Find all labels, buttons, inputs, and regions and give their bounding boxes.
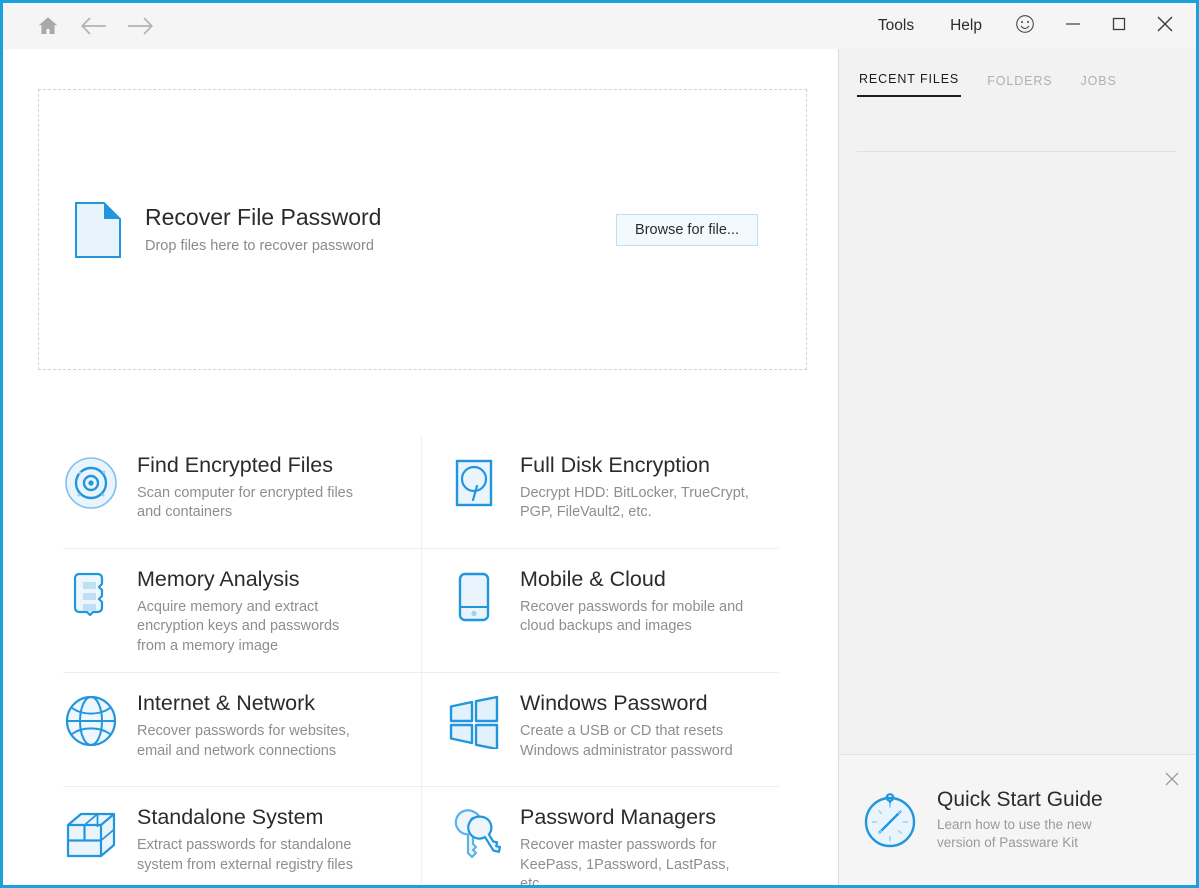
arrow-right-icon	[126, 15, 154, 37]
feature-text: Memory Analysis Acquire memory and extra…	[137, 565, 339, 656]
feature-memory-analysis[interactable]: Memory Analysis Acquire memory and extra…	[63, 549, 421, 674]
maximize-icon	[1110, 15, 1128, 38]
body-area: Recover File Password Drop files here to…	[3, 49, 1196, 885]
feature-description: Recover passwords for websites, email an…	[137, 723, 350, 759]
quick-start-title: Quick Start Guide	[937, 787, 1103, 811]
title-bar: Tools Help	[3, 3, 1196, 49]
file-document-icon	[75, 201, 121, 258]
keys-icon	[446, 807, 502, 863]
close-icon	[1163, 770, 1181, 793]
feature-description: Recover master passwords for KeePass, 1P…	[520, 837, 730, 888]
minimize-button[interactable]	[1050, 3, 1096, 49]
recover-file-password-dropzone[interactable]: Recover File Password Drop files here to…	[38, 89, 807, 370]
titlebar-right-group: Tools Help	[860, 3, 1196, 49]
mobile-phone-icon	[446, 569, 502, 625]
feature-text: Standalone System Extract passwords for …	[137, 803, 353, 875]
feature-text: Full Disk Encryption Decrypt HDD: BitLoc…	[520, 451, 749, 523]
feature-description: Recover passwords for mobile and cloud b…	[520, 598, 744, 635]
compass-icon	[859, 789, 921, 851]
tab-recent-files[interactable]: RECENT FILES	[857, 72, 962, 97]
feature-text: Find Encrypted Files Scan computer for e…	[137, 451, 353, 523]
close-window-button[interactable]	[1142, 3, 1188, 49]
close-icon	[1154, 13, 1176, 40]
navigation-buttons	[25, 3, 163, 49]
recent-files-list[interactable]	[839, 152, 1196, 754]
feature-text: Internet & Network Recover passwords for…	[137, 689, 350, 761]
dropzone-text: Recover File Password Drop files here to…	[145, 204, 382, 254]
feature-title: Internet & Network	[137, 691, 316, 716]
feature-description: Decrypt HDD: BitLocker, TrueCrypt, PGP, …	[520, 484, 749, 521]
feature-text: Password Managers Recover master passwor…	[520, 803, 755, 888]
dropzone-title: Recover File Password	[145, 204, 382, 231]
radar-scan-icon	[63, 455, 119, 511]
windows-logo-icon	[446, 693, 502, 750]
cube-blocks-icon	[63, 807, 119, 863]
globe-network-icon	[63, 693, 119, 749]
feature-full-disk-encryption[interactable]: Full Disk Encryption Decrypt HDD: BitLoc…	[421, 435, 779, 549]
feature-description: Acquire memory and extract encryption ke…	[137, 598, 340, 654]
tools-menu[interactable]: Tools	[860, 3, 932, 49]
dropzone-subtitle: Drop files here to recover password	[145, 237, 374, 254]
feature-internet-network[interactable]: Internet & Network Recover passwords for…	[63, 673, 421, 788]
feature-find-encrypted-files[interactable]: Find Encrypted Files Scan computer for e…	[63, 435, 421, 549]
feature-description: Extract passwords for standalone system …	[137, 837, 353, 873]
feature-description: Scan computer for encrypted files and co…	[137, 484, 353, 521]
feature-text: Windows Password Create a USB or CD that…	[520, 689, 733, 761]
forward-button[interactable]	[117, 3, 163, 49]
arrow-left-icon	[80, 15, 108, 37]
app-window: Tools Help Recover File Password Drop fi…	[0, 0, 1199, 888]
home-button[interactable]	[25, 3, 71, 49]
main-pane: Recover File Password Drop files here to…	[3, 49, 838, 885]
feature-title: Standalone System	[137, 805, 324, 830]
feature-title: Find Encrypted Files	[137, 453, 333, 477]
quick-start-text: Quick Start Guide Learn how to use the n…	[937, 788, 1103, 853]
feature-password-managers[interactable]: Password Managers Recover master passwor…	[421, 787, 779, 888]
quick-start-subtitle: Learn how to use the new version of Pass…	[937, 816, 1092, 851]
feature-title: Mobile & Cloud	[520, 567, 666, 591]
memory-ram-icon	[63, 569, 119, 625]
feedback-button[interactable]	[1000, 3, 1050, 49]
feature-mobile-cloud[interactable]: Mobile & Cloud Recover passwords for mob…	[421, 549, 779, 674]
feature-title: Password Managers	[520, 805, 716, 830]
tab-jobs[interactable]: JOBS	[1079, 74, 1119, 97]
smiley-icon	[1015, 14, 1035, 39]
feature-title: Memory Analysis	[137, 567, 300, 591]
quick-start-guide-card[interactable]: Quick Start Guide Learn how to use the n…	[839, 754, 1196, 885]
help-menu[interactable]: Help	[932, 3, 1000, 49]
minimize-icon	[1064, 15, 1082, 38]
browse-for-file-button[interactable]: Browse for file...	[616, 213, 758, 246]
feature-windows-password[interactable]: Windows Password Create a USB or CD that…	[421, 673, 779, 788]
side-panel: RECENT FILES FOLDERS JOBS Quick Start Gu…	[838, 49, 1196, 885]
feature-title: Full Disk Encryption	[520, 453, 710, 477]
hard-disk-icon	[446, 455, 502, 511]
feature-standalone-system[interactable]: Standalone System Extract passwords for …	[63, 787, 421, 885]
feature-title: Windows Password	[520, 691, 708, 716]
tab-folders[interactable]: FOLDERS	[985, 74, 1054, 97]
back-button[interactable]	[71, 3, 117, 49]
quick-start-close-button[interactable]	[1160, 769, 1184, 793]
feature-description: Create a USB or CD that resets Windows a…	[520, 723, 733, 759]
home-icon	[36, 14, 60, 38]
feature-text: Mobile & Cloud Recover passwords for mob…	[520, 565, 743, 637]
side-panel-tabs: RECENT FILES FOLDERS JOBS	[839, 49, 1196, 97]
feature-grid: Find Encrypted Files Scan computer for e…	[63, 435, 779, 888]
maximize-button[interactable]	[1096, 3, 1142, 49]
